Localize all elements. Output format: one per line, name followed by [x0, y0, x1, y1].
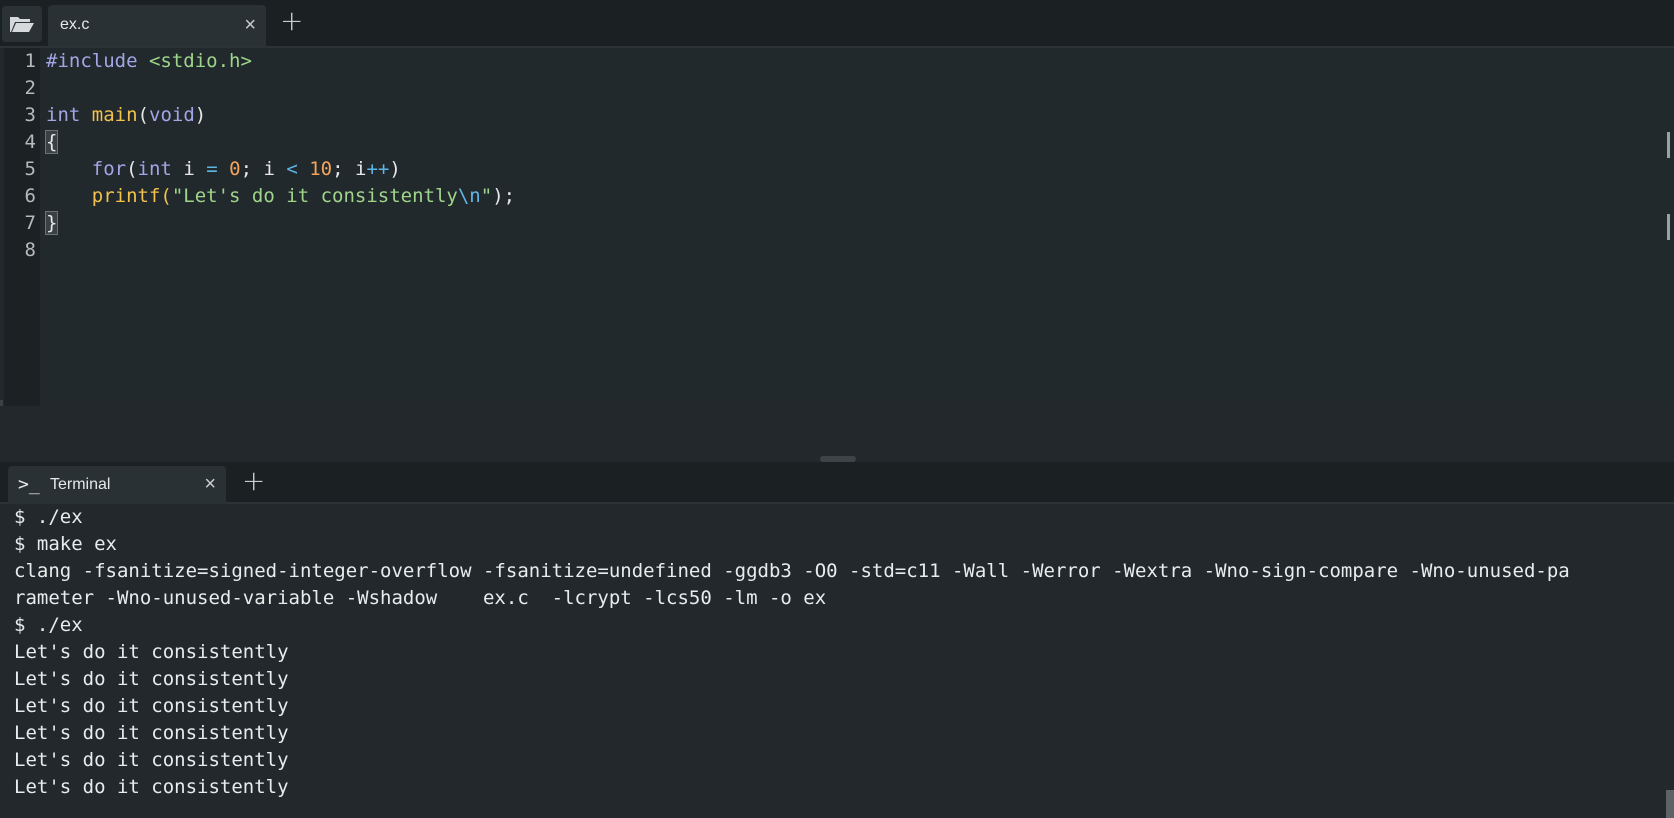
code-line-6: printf("Let's do it consistently\n"); — [46, 183, 515, 210]
code-line-5: for(int i = 0; i < 10; i++) — [46, 156, 401, 183]
terminal-line: $ ./ex — [14, 506, 83, 528]
tab-terminal[interactable]: >_ Terminal × — [8, 466, 226, 504]
keyword-token: int — [137, 158, 172, 180]
terminal-line: Let's do it consistently — [14, 749, 289, 771]
terminal-scrollbar[interactable] — [1666, 790, 1674, 818]
tab-ex-c[interactable]: ex.c × — [48, 5, 266, 46]
terminal-line: $ make ex — [14, 533, 117, 555]
paren-token: ); — [492, 185, 516, 207]
terminal-line: rameter -Wno-unused-variable -Wshadow ex… — [14, 587, 827, 609]
paren-token: ( — [160, 185, 172, 207]
terminal-line: Let's do it consistently — [14, 722, 289, 744]
operator-token: < — [286, 158, 298, 180]
paren-token: ( — [137, 104, 149, 126]
identifier-token: ; i — [240, 158, 287, 180]
keyword-token: int — [46, 104, 81, 126]
ide-window: ex.c × + 1 2 3 4 5 6 7 8 #include <stdio… — [0, 0, 1674, 818]
operator-token: = — [206, 158, 218, 180]
paren-token: ( — [126, 158, 138, 180]
terminal-line: Let's do it consistently — [14, 695, 289, 717]
operator-token: ++ — [366, 158, 390, 180]
paren-token: ) — [389, 158, 401, 180]
line-number-gutter: 1 2 3 4 5 6 7 8 — [4, 48, 40, 406]
code-line-4: { — [44, 129, 59, 156]
line-number: 4 — [24, 131, 36, 153]
line-number: 8 — [24, 239, 36, 261]
number-token: 0 — [229, 158, 241, 180]
terminal-icon: >_ — [18, 474, 40, 495]
matched-brace: { — [44, 130, 59, 154]
paren-token: ) — [194, 104, 207, 126]
terminal-line: $ ./ex — [14, 614, 83, 636]
add-terminal-button[interactable]: + — [242, 467, 265, 495]
tab-label: ex.c — [60, 16, 90, 33]
file-explorer-button[interactable] — [2, 6, 42, 42]
terminal-line: Let's do it consistently — [14, 641, 289, 663]
scrollbar-marker[interactable] — [1667, 214, 1670, 240]
terminal-output[interactable]: $ ./ex $ make ex clang -fsanitize=signed… — [0, 504, 1674, 818]
identifier-token: ; i — [332, 158, 367, 180]
string-token: "Let's do it consistently — [171, 185, 458, 207]
header-token: <stdio.h> — [137, 50, 252, 72]
terminal-line: clang -fsanitize=signed-integer-overflow… — [14, 560, 1570, 582]
identifier-token: i — [171, 158, 207, 180]
scrollbar-marker[interactable] — [1667, 132, 1670, 158]
function-token: main — [91, 104, 138, 126]
editor-tab-bar: ex.c × + — [0, 0, 1674, 48]
folder-open-icon — [10, 17, 34, 32]
matched-brace: } — [44, 211, 59, 235]
string-token: " — [480, 185, 493, 207]
add-tab-button[interactable]: + — [280, 7, 303, 35]
function-token: printf — [91, 185, 161, 207]
close-icon[interactable]: × — [204, 472, 216, 496]
keyword-token: void — [149, 104, 195, 126]
escape-token: \n — [457, 185, 481, 207]
line-number: 7 — [24, 212, 36, 234]
terminal-line: Let's do it consistently — [14, 668, 289, 690]
close-icon[interactable]: × — [244, 13, 256, 37]
line-number: 5 — [24, 158, 36, 180]
terminal-line: Let's do it consistently — [14, 776, 289, 798]
code-line-1: #include <stdio.h> — [46, 48, 252, 75]
panel-splitter — [0, 406, 1674, 462]
code-editor[interactable]: 1 2 3 4 5 6 7 8 #include <stdio.h> int m… — [0, 48, 1674, 406]
number-token: 10 — [309, 158, 333, 180]
line-number: 1 — [24, 50, 36, 72]
line-number: 2 — [24, 77, 36, 99]
tab-label: Terminal — [50, 476, 111, 493]
code-line-3: int main(void) — [46, 102, 206, 129]
keyword-token: for — [91, 158, 127, 180]
preprocessor-token: #include — [46, 50, 138, 72]
line-number: 6 — [24, 185, 36, 207]
code-line-7: } — [44, 210, 59, 237]
line-number: 3 — [24, 104, 36, 126]
